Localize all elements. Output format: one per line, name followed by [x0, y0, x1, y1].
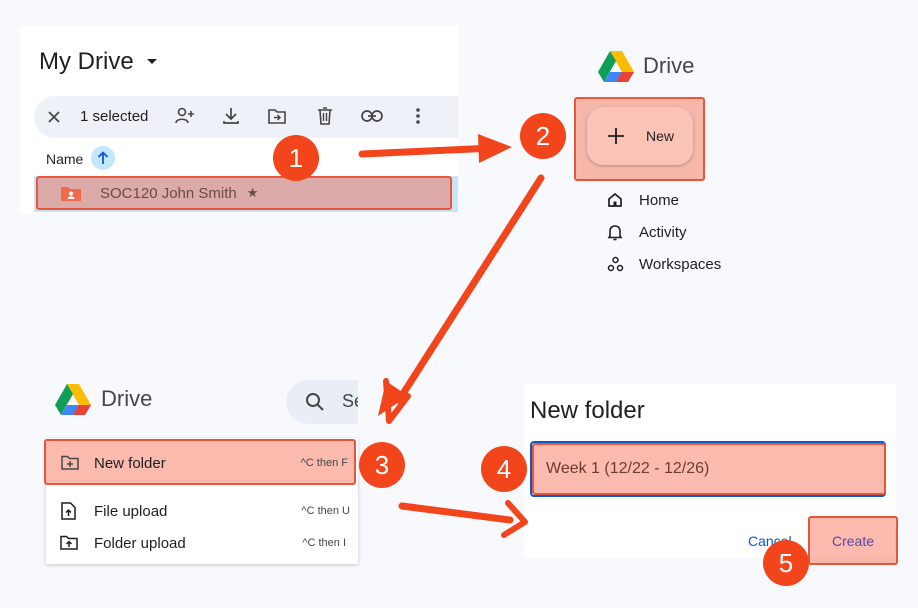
arrow-step1-to-step2	[358, 134, 512, 163]
step-badge-3: 3	[359, 442, 405, 488]
step-badge-5: 5	[763, 540, 809, 586]
arrow-step2-to-step3	[378, 174, 545, 424]
step-badge-1: 1	[273, 135, 319, 181]
step-arrows	[358, 134, 545, 538]
step-badge-4: 4	[481, 446, 527, 492]
arrow-step3-to-step4	[398, 500, 528, 538]
step-badge-2: 2	[520, 113, 566, 159]
